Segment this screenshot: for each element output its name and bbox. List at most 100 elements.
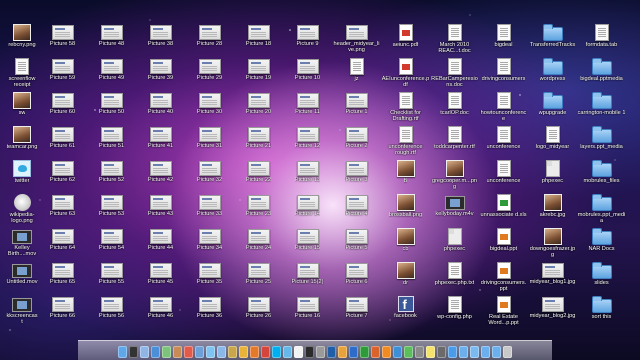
desktop-item[interactable]: bigdeal	[479, 24, 528, 58]
word-icon[interactable]	[349, 346, 358, 358]
desktop-item[interactable]: Picture 49	[87, 58, 136, 92]
desktop-item[interactable]: Picture 35	[185, 262, 234, 296]
desktop-item[interactable]: twitter	[6, 160, 38, 194]
folder-icon[interactable]	[459, 346, 468, 358]
desktop-item[interactable]: Picture 14	[283, 194, 332, 228]
desktop-item[interactable]: Picture 1	[332, 92, 381, 126]
desktop-item[interactable]: Picture 41	[136, 126, 185, 160]
desktop-item[interactable]: screenflow receipt	[6, 58, 38, 92]
desktop-item[interactable]: Picture 43	[136, 194, 185, 228]
desktop-item[interactable]: facebook	[381, 296, 430, 330]
address-book-icon[interactable]	[173, 346, 182, 358]
desktop-item[interactable]: Picture 53	[87, 194, 136, 228]
desktop-item[interactable]: Checklist for Drafting.rtf	[381, 92, 430, 126]
textedit-icon[interactable]	[294, 346, 303, 358]
desktop-item[interactable]: jz	[332, 58, 381, 92]
garageband-icon[interactable]	[239, 346, 248, 358]
desktop-item[interactable]: Picture 60	[38, 92, 87, 126]
desktop-item[interactable]: REBarCamperesions.doc	[430, 58, 479, 92]
ichat-icon[interactable]	[162, 346, 171, 358]
desktop-item[interactable]: mobrules.ppt_media	[577, 194, 626, 228]
desktop-item[interactable]: Picture 19	[234, 58, 283, 92]
powerpoint-icon[interactable]	[371, 346, 380, 358]
dashboard-icon[interactable]	[129, 346, 138, 358]
desktop-item[interactable]: rebcny.png	[6, 24, 38, 58]
desktop-item[interactable]: Picture 50	[87, 92, 136, 126]
firefox-icon[interactable]	[250, 346, 259, 358]
desktop-item[interactable]: Picture 18	[234, 24, 283, 58]
calculator-icon[interactable]	[415, 346, 424, 358]
desktop-item[interactable]: Picture 31	[185, 126, 234, 160]
desktop-item[interactable]: Picture 16	[283, 296, 332, 330]
desktop-item[interactable]: March 2010 REAC...t.doc	[430, 24, 479, 58]
terminal-icon[interactable]	[305, 346, 314, 358]
desktop-item[interactable]: Picture 21	[234, 126, 283, 160]
desktop-item[interactable]: Picture 54	[87, 228, 136, 262]
desktop-item[interactable]: Picture 7	[332, 296, 381, 330]
desktop-item[interactable]: Picture 38	[136, 24, 185, 58]
excel-icon[interactable]	[360, 346, 369, 358]
desktop-item[interactable]: midyear_blog1.jpg	[528, 262, 577, 296]
downloads-icon[interactable]	[470, 346, 479, 358]
desktop-item[interactable]: phpexec	[528, 160, 577, 194]
desktop-item[interactable]: Picture 34	[185, 228, 234, 262]
desktop-item[interactable]: Picture 24	[234, 228, 283, 262]
desktop-item[interactable]: Picture 56	[87, 296, 136, 330]
desktop-item[interactable]: Picture 63	[38, 194, 87, 228]
desktop-item[interactable]: cb	[381, 228, 430, 262]
desktop-item[interactable]: NAR Docs	[577, 228, 626, 262]
applications-icon[interactable]	[492, 346, 501, 358]
desktop-item[interactable]: slides	[577, 262, 626, 296]
desktop-item[interactable]: phpexec.php.txt	[430, 262, 479, 296]
desktop-item[interactable]: Picture 2	[332, 126, 381, 160]
desktop-item[interactable]: Picture 13	[283, 160, 332, 194]
desktop-item[interactable]: sort this	[577, 296, 626, 330]
desktop-item[interactable]: dr	[381, 262, 430, 296]
desktop-item[interactable]: bigdeal.ppt	[479, 228, 528, 262]
illustrator-icon[interactable]	[338, 346, 347, 358]
desktop-item[interactable]: Picture 65	[38, 262, 87, 296]
app-store-icon[interactable]	[448, 346, 457, 358]
desktop-item[interactable]: aeiunc.pdf	[381, 24, 430, 58]
desktop-item[interactable]: kellyboday.m4v	[430, 194, 479, 228]
desktop-item[interactable]: Picture 9	[283, 24, 332, 58]
desktop-item[interactable]: TransferredTracks	[528, 24, 577, 58]
desktop-item[interactable]: Picture 25	[234, 262, 283, 296]
desktop-item[interactable]: Picture 11	[283, 92, 332, 126]
desktop-item[interactable]: kkscreencast	[6, 296, 38, 330]
desktop-item[interactable]: Picture 66	[38, 296, 87, 330]
desktop-item[interactable]: unconference rough.rtf	[381, 126, 430, 160]
desktop-item[interactable]: Picture 59	[38, 58, 87, 92]
chrome-icon[interactable]	[261, 346, 270, 358]
desktop-item[interactable]: akrebc.jpg	[528, 194, 577, 228]
trash-icon[interactable]	[503, 346, 512, 358]
desktop-item[interactable]: layers.ppt_media	[577, 126, 626, 160]
desktop-item[interactable]: Picture 58	[38, 24, 87, 58]
desktop-item[interactable]: Picture 62	[38, 160, 87, 194]
desktop-item[interactable]: Picture 12	[283, 126, 332, 160]
desktop-item[interactable]: Picture 32	[185, 160, 234, 194]
desktop-item[interactable]: wikipedia-logo.png	[6, 194, 38, 228]
skype-icon[interactable]	[272, 346, 281, 358]
finder-icon[interactable]	[118, 346, 127, 358]
desktop-item[interactable]: Picture 6	[332, 262, 381, 296]
desktop-item[interactable]: Picture 3	[332, 160, 381, 194]
stickies-icon[interactable]	[426, 346, 435, 358]
desktop-item[interactable]: howtounconference	[479, 92, 528, 126]
desktop-item[interactable]: sw	[6, 92, 38, 126]
desktop-item[interactable]: Picture 46	[136, 296, 185, 330]
evernote-icon[interactable]	[404, 346, 413, 358]
twitter-app-icon[interactable]	[283, 346, 292, 358]
desktop-item[interactable]: Kelley Birth....mov	[6, 228, 38, 262]
desktop-item[interactable]: formdata.tab	[577, 24, 626, 58]
desktop-item[interactable]: tcarlOP.doc	[430, 92, 479, 126]
desktop-item[interactable]: Picture 51	[87, 126, 136, 160]
desktop-item[interactable]: Picture 5	[332, 228, 381, 262]
desktop-item[interactable]: Picture 29	[185, 58, 234, 92]
desktop-item[interactable]: drivingconsumers.ppt	[479, 262, 528, 296]
system-preferences-icon[interactable]	[316, 346, 325, 358]
desktop-item[interactable]: Picture 22	[234, 160, 283, 194]
vlc-icon[interactable]	[382, 346, 391, 358]
desktop-item[interactable]: Picture 36	[185, 296, 234, 330]
desktop-item[interactable]: phpexec	[430, 228, 479, 262]
